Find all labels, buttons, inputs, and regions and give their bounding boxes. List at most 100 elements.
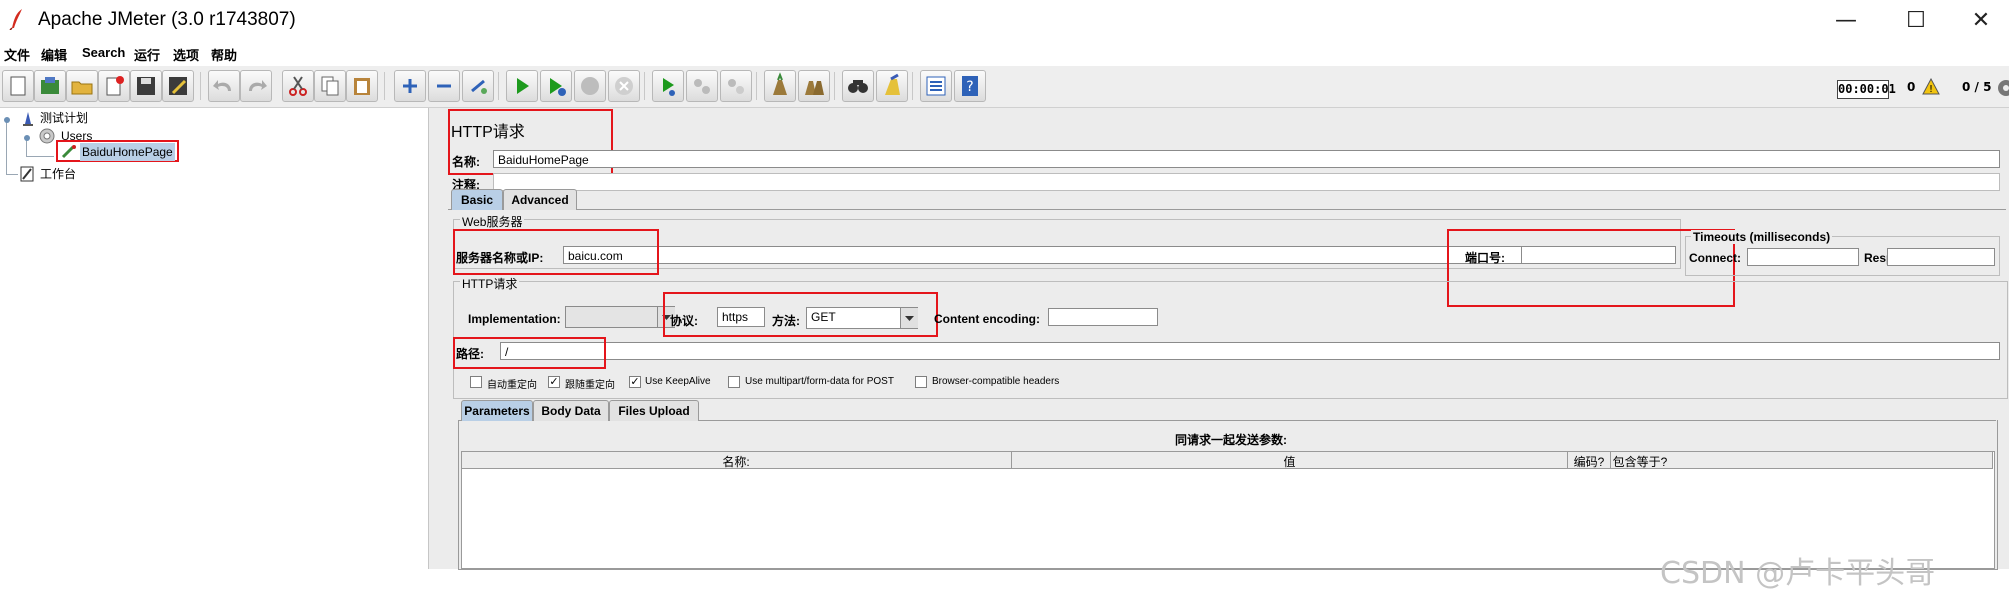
- toolbar-separator: [912, 72, 913, 100]
- browser-headers-checkbox[interactable]: [915, 376, 927, 388]
- menu-file[interactable]: 文件: [4, 45, 30, 64]
- gear-icon[interactable]: [1996, 78, 2009, 98]
- search-button[interactable]: [842, 70, 874, 102]
- tree-line: [6, 174, 18, 175]
- path-field[interactable]: /: [500, 342, 2000, 360]
- tree-item-test-plan[interactable]: 测试计划: [40, 109, 88, 127]
- start-no-pause-button[interactable]: [540, 70, 572, 102]
- collapse-button[interactable]: [428, 70, 460, 102]
- clear-all-button[interactable]: [798, 70, 830, 102]
- connect-timeout-field[interactable]: [1747, 248, 1859, 266]
- watermark: CSDN @卢卡平头哥: [1660, 556, 1936, 591]
- thread-group-gear-icon: [39, 128, 55, 144]
- expand-toggle-icon[interactable]: [20, 131, 34, 145]
- new-button[interactable]: [2, 70, 34, 102]
- tab-advanced[interactable]: Advanced: [503, 189, 577, 210]
- new-icon: [10, 76, 26, 96]
- multipart-checkbox[interactable]: [728, 376, 740, 388]
- open-button[interactable]: [66, 70, 98, 102]
- function-helper-button[interactable]: [920, 70, 952, 102]
- remote-start-button[interactable]: [652, 70, 684, 102]
- remote-stop-button[interactable]: [686, 70, 718, 102]
- close-file-icon: [106, 76, 124, 96]
- stop-button[interactable]: [574, 70, 606, 102]
- warning-icon[interactable]: !: [1922, 78, 1940, 96]
- templates-button[interactable]: [34, 70, 66, 102]
- minimize-button[interactable]: —: [1826, 8, 1866, 34]
- test-plan-tree: 测试计划 Users BaiduHomePage 工作台: [0, 108, 428, 569]
- copy-icon: [321, 76, 339, 96]
- menu-options[interactable]: 选项: [173, 45, 199, 64]
- column-header-name[interactable]: 名称:: [461, 453, 1011, 470]
- column-header-encode[interactable]: 编码?: [1568, 453, 1610, 470]
- save-button[interactable]: [130, 70, 162, 102]
- content-encoding-field[interactable]: [1048, 308, 1158, 326]
- menu-search[interactable]: Search: [82, 45, 125, 60]
- tab-files-upload[interactable]: Files Upload: [609, 400, 699, 421]
- remote-stop-icon: [694, 79, 710, 94]
- highlight-box-path: [453, 337, 606, 369]
- function-helper-icon: [926, 76, 946, 96]
- clear-all-icon: [805, 81, 824, 95]
- column-header-value[interactable]: 值: [1012, 453, 1567, 470]
- close-file-button[interactable]: [98, 70, 130, 102]
- http-request-panel: HTTP请求 名称: BaiduHomePage 注释: Basic Advan…: [441, 108, 2009, 570]
- expand-toggle-icon[interactable]: [0, 113, 14, 127]
- close-button[interactable]: ✕: [1961, 8, 2001, 34]
- collapse-icon: [437, 84, 451, 88]
- clear-icon: [773, 72, 787, 95]
- tab-basic[interactable]: Basic: [451, 189, 503, 210]
- menu-edit[interactable]: 编辑: [41, 45, 67, 64]
- keepalive-checkbox[interactable]: ✓: [629, 376, 641, 388]
- toolbar-separator: [834, 72, 835, 100]
- timeouts-group-title: Timeouts (milliseconds): [1691, 230, 1833, 244]
- stop-icon: [581, 77, 599, 95]
- tab-body-data[interactable]: Body Data: [533, 400, 609, 421]
- save-icon: [137, 77, 155, 95]
- redo-button[interactable]: [240, 70, 272, 102]
- start-icon: [517, 78, 529, 94]
- menu-help[interactable]: 帮助: [211, 45, 237, 64]
- splitter[interactable]: [428, 108, 442, 569]
- keepalive-label: Use KeepAlive: [645, 376, 711, 387]
- tree-line: [6, 120, 7, 174]
- column-header-include-equals[interactable]: 包含等于?: [1611, 453, 1669, 470]
- toolbar-separator: [756, 72, 757, 100]
- paste-button[interactable]: [346, 70, 378, 102]
- copy-button[interactable]: [314, 70, 346, 102]
- cut-button[interactable]: [282, 70, 314, 102]
- follow-redirects-checkbox[interactable]: ✓: [548, 376, 560, 388]
- http-request-group-title: HTTP请求: [460, 275, 520, 292]
- test-plan-icon: [23, 112, 33, 126]
- search-icon: [848, 80, 868, 93]
- web-server-group-title: Web服务器: [460, 213, 525, 230]
- expand-button[interactable]: [394, 70, 426, 102]
- templates-icon: [41, 77, 59, 94]
- remote-shutdown-button[interactable]: [720, 70, 752, 102]
- reset-search-button[interactable]: [876, 70, 908, 102]
- help-button[interactable]: ?: [954, 70, 986, 102]
- tree-item-workbench[interactable]: 工作台: [40, 165, 76, 183]
- content-encoding-label: Content encoding:: [934, 312, 1040, 326]
- toggle-button[interactable]: [462, 70, 494, 102]
- tree-item-baidu-homepage[interactable]: BaiduHomePage: [80, 143, 175, 161]
- save-screenshot-button[interactable]: [162, 70, 194, 102]
- svg-text:!: !: [1929, 84, 1933, 95]
- undo-icon: [213, 80, 231, 91]
- elapsed-timer: 00:00:01: [1837, 80, 1896, 99]
- name-label: 名称:: [452, 155, 480, 169]
- redo-icon: [249, 80, 267, 91]
- menu-bar: 文件 编辑 Search 运行 选项 帮助: [0, 42, 2009, 66]
- shutdown-button[interactable]: [608, 70, 640, 102]
- undo-button[interactable]: [208, 70, 240, 102]
- name-field[interactable]: BaiduHomePage: [493, 150, 2000, 168]
- start-button[interactable]: [506, 70, 538, 102]
- comment-field[interactable]: [493, 173, 2000, 191]
- auto-redirect-checkbox[interactable]: [470, 376, 482, 388]
- tab-parameters[interactable]: Parameters: [461, 400, 533, 421]
- help-icon: ?: [962, 76, 978, 96]
- maximize-button[interactable]: ☐: [1896, 8, 1936, 34]
- clear-button[interactable]: [764, 70, 796, 102]
- response-timeout-field[interactable]: [1887, 248, 1995, 266]
- menu-run[interactable]: 运行: [134, 45, 160, 64]
